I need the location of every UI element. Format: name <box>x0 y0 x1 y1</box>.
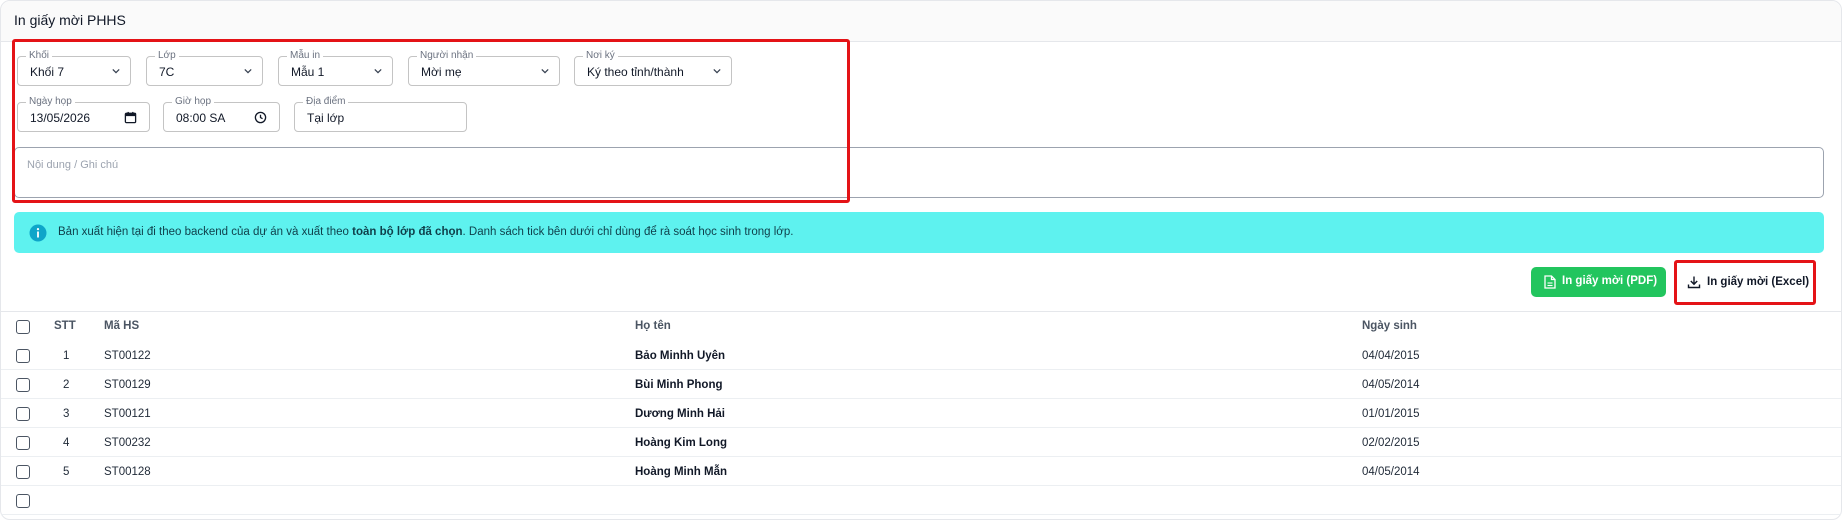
info-icon <box>29 224 47 242</box>
row-checkbox[interactable] <box>16 436 30 450</box>
row-ho-ten: Dương Minh Hải <box>635 408 725 420</box>
card-title: In giấy mời PHHS <box>14 12 126 28</box>
row-checkbox[interactable] <box>16 494 30 508</box>
alert-text-before: Bản xuất hiện tại đi theo backend của dự… <box>58 226 353 238</box>
row-stt: 1 <box>63 350 70 362</box>
row-ma-hs: ST00128 <box>104 466 151 478</box>
row-checkbox[interactable] <box>16 378 30 392</box>
row-ngay-sinh: 02/02/2015 <box>1362 437 1420 449</box>
invitation-card: In giấy mời PHHS Khối Khối 7 Lớp 7C Mẫu … <box>0 0 1842 520</box>
table-row[interactable]: 3 ST00121 Dương Minh Hải 01/01/2015 <box>1 399 1841 428</box>
card-header: In giấy mời PHHS <box>1 1 1841 42</box>
row-ma-hs: ST00121 <box>104 408 151 420</box>
table-row[interactable]: 1 ST00122 Bảo Minhh Uyên 04/04/2015 <box>1 341 1841 370</box>
excel-highlight-box <box>1674 260 1816 305</box>
row-stt: 4 <box>63 437 70 449</box>
column-header-ma-hs[interactable]: Mã HS <box>104 320 139 332</box>
row-ma-hs: ST00122 <box>104 350 151 362</box>
row-ho-ten: Hoàng Kim Long <box>635 437 727 449</box>
table-row[interactable]: 2 ST00129 Bùi Minh Phong 04/05/2014 <box>1 370 1841 399</box>
print-pdf-button[interactable]: In giấy mời (PDF) <box>1531 267 1666 297</box>
select-all-checkbox[interactable] <box>16 320 30 334</box>
row-ngay-sinh: 04/05/2014 <box>1362 379 1420 391</box>
row-stt: 2 <box>63 379 70 391</box>
column-header-ngay-sinh[interactable]: Ngày sinh <box>1362 320 1417 332</box>
row-checkbox[interactable] <box>16 465 30 479</box>
filters-highlight-box <box>12 39 850 203</box>
row-ngay-sinh: 04/05/2014 <box>1362 466 1420 478</box>
table-row[interactable] <box>1 486 1841 515</box>
row-checkbox[interactable] <box>16 407 30 421</box>
row-ngay-sinh: 01/01/2015 <box>1362 408 1420 420</box>
alert-text-after: . Danh sách tick bên dưới chỉ dùng để rà… <box>462 226 794 238</box>
column-header-ho-ten[interactable]: Họ tên <box>635 320 671 332</box>
alert-text-bold: toàn bộ lớp đã chọn <box>352 226 463 238</box>
row-stt: 5 <box>63 466 70 478</box>
row-ho-ten: Bảo Minhh Uyên <box>635 350 726 362</box>
file-icon <box>1544 275 1556 289</box>
print-pdf-label: In giấy mời (PDF) <box>1562 275 1658 287</box>
row-ma-hs: ST00129 <box>104 379 151 391</box>
info-alert: Bản xuất hiện tại đi theo backend của dự… <box>14 212 1824 253</box>
table-row[interactable]: 4 ST00232 Hoàng Kim Long 02/02/2015 <box>1 428 1841 457</box>
alert-message: Bản xuất hiện tại đi theo backend của dự… <box>58 226 793 238</box>
row-ho-ten: Bùi Minh Phong <box>635 379 723 391</box>
row-ho-ten: Hoàng Minh Mẫn <box>635 466 727 478</box>
row-checkbox[interactable] <box>16 349 30 363</box>
row-ngay-sinh: 04/04/2015 <box>1362 350 1420 362</box>
row-stt: 3 <box>63 408 70 420</box>
column-header-stt[interactable]: STT <box>54 320 76 332</box>
table-divider <box>1 311 1841 312</box>
row-ma-hs: ST00232 <box>104 437 151 449</box>
table-row[interactable]: 5 ST00128 Hoàng Minh Mẫn 04/05/2014 <box>1 457 1841 486</box>
